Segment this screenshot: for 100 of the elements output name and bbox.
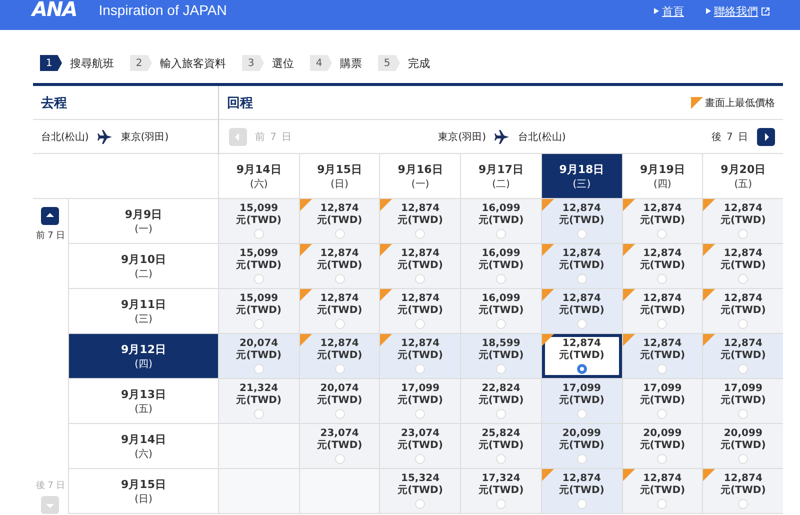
fare-cell[interactable]: 23,074 元(TWD) [298, 424, 380, 469]
fare-cell[interactable]: 18,599 元(TWD) [460, 334, 541, 379]
fare-cell[interactable]: 12,874 元(TWD) [622, 199, 702, 244]
currency-label: 元(TWD) [640, 350, 686, 362]
fare-cell[interactable]: 15,099 元(TWD) [218, 244, 299, 289]
fare-price: 12,874 [562, 293, 601, 305]
fare-cell[interactable]: 15,324 元(TWD) [379, 469, 460, 514]
fare-cell[interactable]: 17,324 元(TWD) [460, 469, 541, 514]
fare-cell[interactable]: 12,874 元(TWD) [298, 244, 380, 289]
fare-price: 12,874 [320, 248, 359, 260]
fare-cell[interactable]: 23,074 元(TWD) [379, 424, 460, 469]
fare-cell[interactable]: 20,099 元(TWD) [540, 424, 622, 469]
fare-radio[interactable] [576, 364, 587, 374]
fare-price: 17,099 [724, 383, 762, 395]
fare-cell[interactable]: 12,874 元(TWD) [702, 334, 783, 379]
fare-price: 12,874 [400, 293, 440, 305]
fare-cell[interactable]: 12,874 元(TWD) [702, 199, 783, 244]
currency-label: 元(TWD) [398, 350, 443, 362]
fare-price: 20,099 [724, 428, 762, 440]
header-link[interactable]: 首頁 [654, 4, 684, 18]
fare-cell[interactable]: 17,099 元(TWD) [540, 379, 622, 424]
fare-cell[interactable]: 17,099 元(TWD) [379, 379, 460, 424]
fare-price: 20,074 [240, 338, 278, 350]
fare-cell[interactable]: 12,874 元(TWD) [540, 334, 622, 379]
currency-label: 元(TWD) [398, 485, 443, 497]
fare-cell[interactable]: 12,874 元(TWD) [379, 334, 460, 379]
fare-cell[interactable]: 20,099 元(TWD) [702, 424, 783, 469]
fare-cell[interactable]: 12,874 元(TWD) [298, 334, 380, 379]
date-column-header[interactable]: 9月18日 (三) [540, 154, 622, 199]
fare-cell[interactable]: 17,099 元(TWD) [702, 379, 783, 424]
fare-cell[interactable]: 12,874 元(TWD) [540, 244, 622, 289]
fare-price: 12,874 [400, 203, 440, 215]
currency-label: 元(TWD) [478, 440, 524, 452]
fare-cell[interactable]: 15,099 元(TWD) [218, 199, 299, 244]
fare-price: 12,874 [562, 473, 601, 485]
fare-price: 20,074 [320, 383, 359, 395]
section-title: 去程 [41, 94, 67, 112]
fare-cell[interactable]: 21,324 元(TWD) [218, 379, 299, 424]
fare-price: 12,874 [724, 473, 762, 485]
fare-cell[interactable]: 12,874 元(TWD) [622, 289, 702, 334]
bullet-icon [654, 8, 659, 14]
fare-cell[interactable]: 12,874 元(TWD) [540, 199, 622, 244]
fare-cell[interactable]: 17,099 元(TWD) [622, 379, 702, 424]
fare-cell[interactable]: 12,874 元(TWD) [540, 469, 622, 514]
fare-cell[interactable]: 12,874 元(TWD) [702, 289, 783, 334]
fare-cell[interactable]: 12,874 元(TWD) [298, 199, 380, 244]
fare-cell[interactable]: 12,874 元(TWD) [622, 469, 702, 514]
fare-price: 15,099 [240, 293, 278, 305]
fare-price: 12,874 [400, 338, 440, 350]
destination-airport: 台北(松山) [518, 130, 566, 144]
fare-cell[interactable]: 12,874 元(TWD) [379, 199, 460, 244]
fare-price: 12,874 [562, 203, 601, 215]
currency-label: 元(TWD) [398, 215, 443, 227]
plane-icon [494, 128, 510, 144]
fare-price: 12,874 [562, 248, 601, 260]
currency-label: 元(TWD) [559, 440, 604, 452]
fare-price: 12,874 [724, 248, 762, 260]
currency-label: 元(TWD) [559, 260, 604, 272]
fare-cell[interactable]: 16,099 元(TWD) [460, 199, 541, 244]
fare-price: 12,874 [320, 203, 359, 215]
fare-price: 16,099 [482, 293, 520, 305]
next-week-button[interactable] [757, 128, 775, 146]
logo-text: ANA [32, 0, 77, 21]
fare-cell[interactable]: 16,099 元(TWD) [460, 244, 541, 289]
fare-cell[interactable]: 20,099 元(TWD) [622, 424, 702, 469]
fare-cell[interactable]: 12,874 元(TWD) [702, 244, 783, 289]
fare-cell[interactable]: 12,874 元(TWD) [702, 469, 783, 514]
fare-cell[interactable]: 15,099 元(TWD) [218, 289, 299, 334]
bullet-icon [706, 8, 711, 14]
fare-cell[interactable]: 20,074 元(TWD) [298, 379, 380, 424]
tagline: Inspiration of JAPAN [98, 2, 227, 18]
fare-cell[interactable]: 20,074 元(TWD) [218, 334, 299, 379]
fare-cell[interactable]: 12,874 元(TWD) [622, 334, 702, 379]
fare-cell[interactable]: 12,874 元(TWD) [379, 289, 460, 334]
currency-label: 元(TWD) [398, 440, 443, 452]
fare-price: 17,099 [643, 383, 682, 395]
currency-label: 元(TWD) [316, 215, 362, 227]
currency-label: 元(TWD) [559, 485, 604, 497]
currency-label: 元(TWD) [720, 260, 766, 272]
fare-cell[interactable]: 12,874 元(TWD) [540, 289, 622, 334]
fare-cell[interactable]: 12,874 元(TWD) [379, 244, 460, 289]
header-link[interactable]: 聯絡我們 [706, 4, 770, 18]
fare-cell[interactable]: 25,824 元(TWD) [460, 424, 541, 469]
next-week-label: 後 7 日 [36, 480, 66, 492]
fare-cell[interactable]: 12,874 元(TWD) [298, 289, 380, 334]
currency-label: 元(TWD) [236, 350, 282, 362]
fare-cell[interactable]: 12,874 元(TWD) [622, 244, 702, 289]
currency-label: 元(TWD) [478, 395, 524, 407]
date-row-header[interactable]: 9月12日 (四) [68, 334, 218, 379]
previous-week-button[interactable] [41, 207, 60, 225]
fare-price: 12,874 [724, 293, 762, 305]
step-label: 購票 [340, 56, 362, 70]
external-link-icon [761, 6, 770, 16]
fare-cell[interactable]: 22,824 元(TWD) [460, 379, 541, 424]
step-number: 4 [310, 55, 332, 71]
step-label: 搜尋航班 [70, 56, 114, 70]
fare-price: 12,874 [724, 338, 762, 350]
legend-label: 畫面上最低價格 [705, 96, 775, 110]
currency-label: 元(TWD) [640, 440, 686, 452]
fare-cell[interactable]: 16,099 元(TWD) [460, 289, 541, 334]
